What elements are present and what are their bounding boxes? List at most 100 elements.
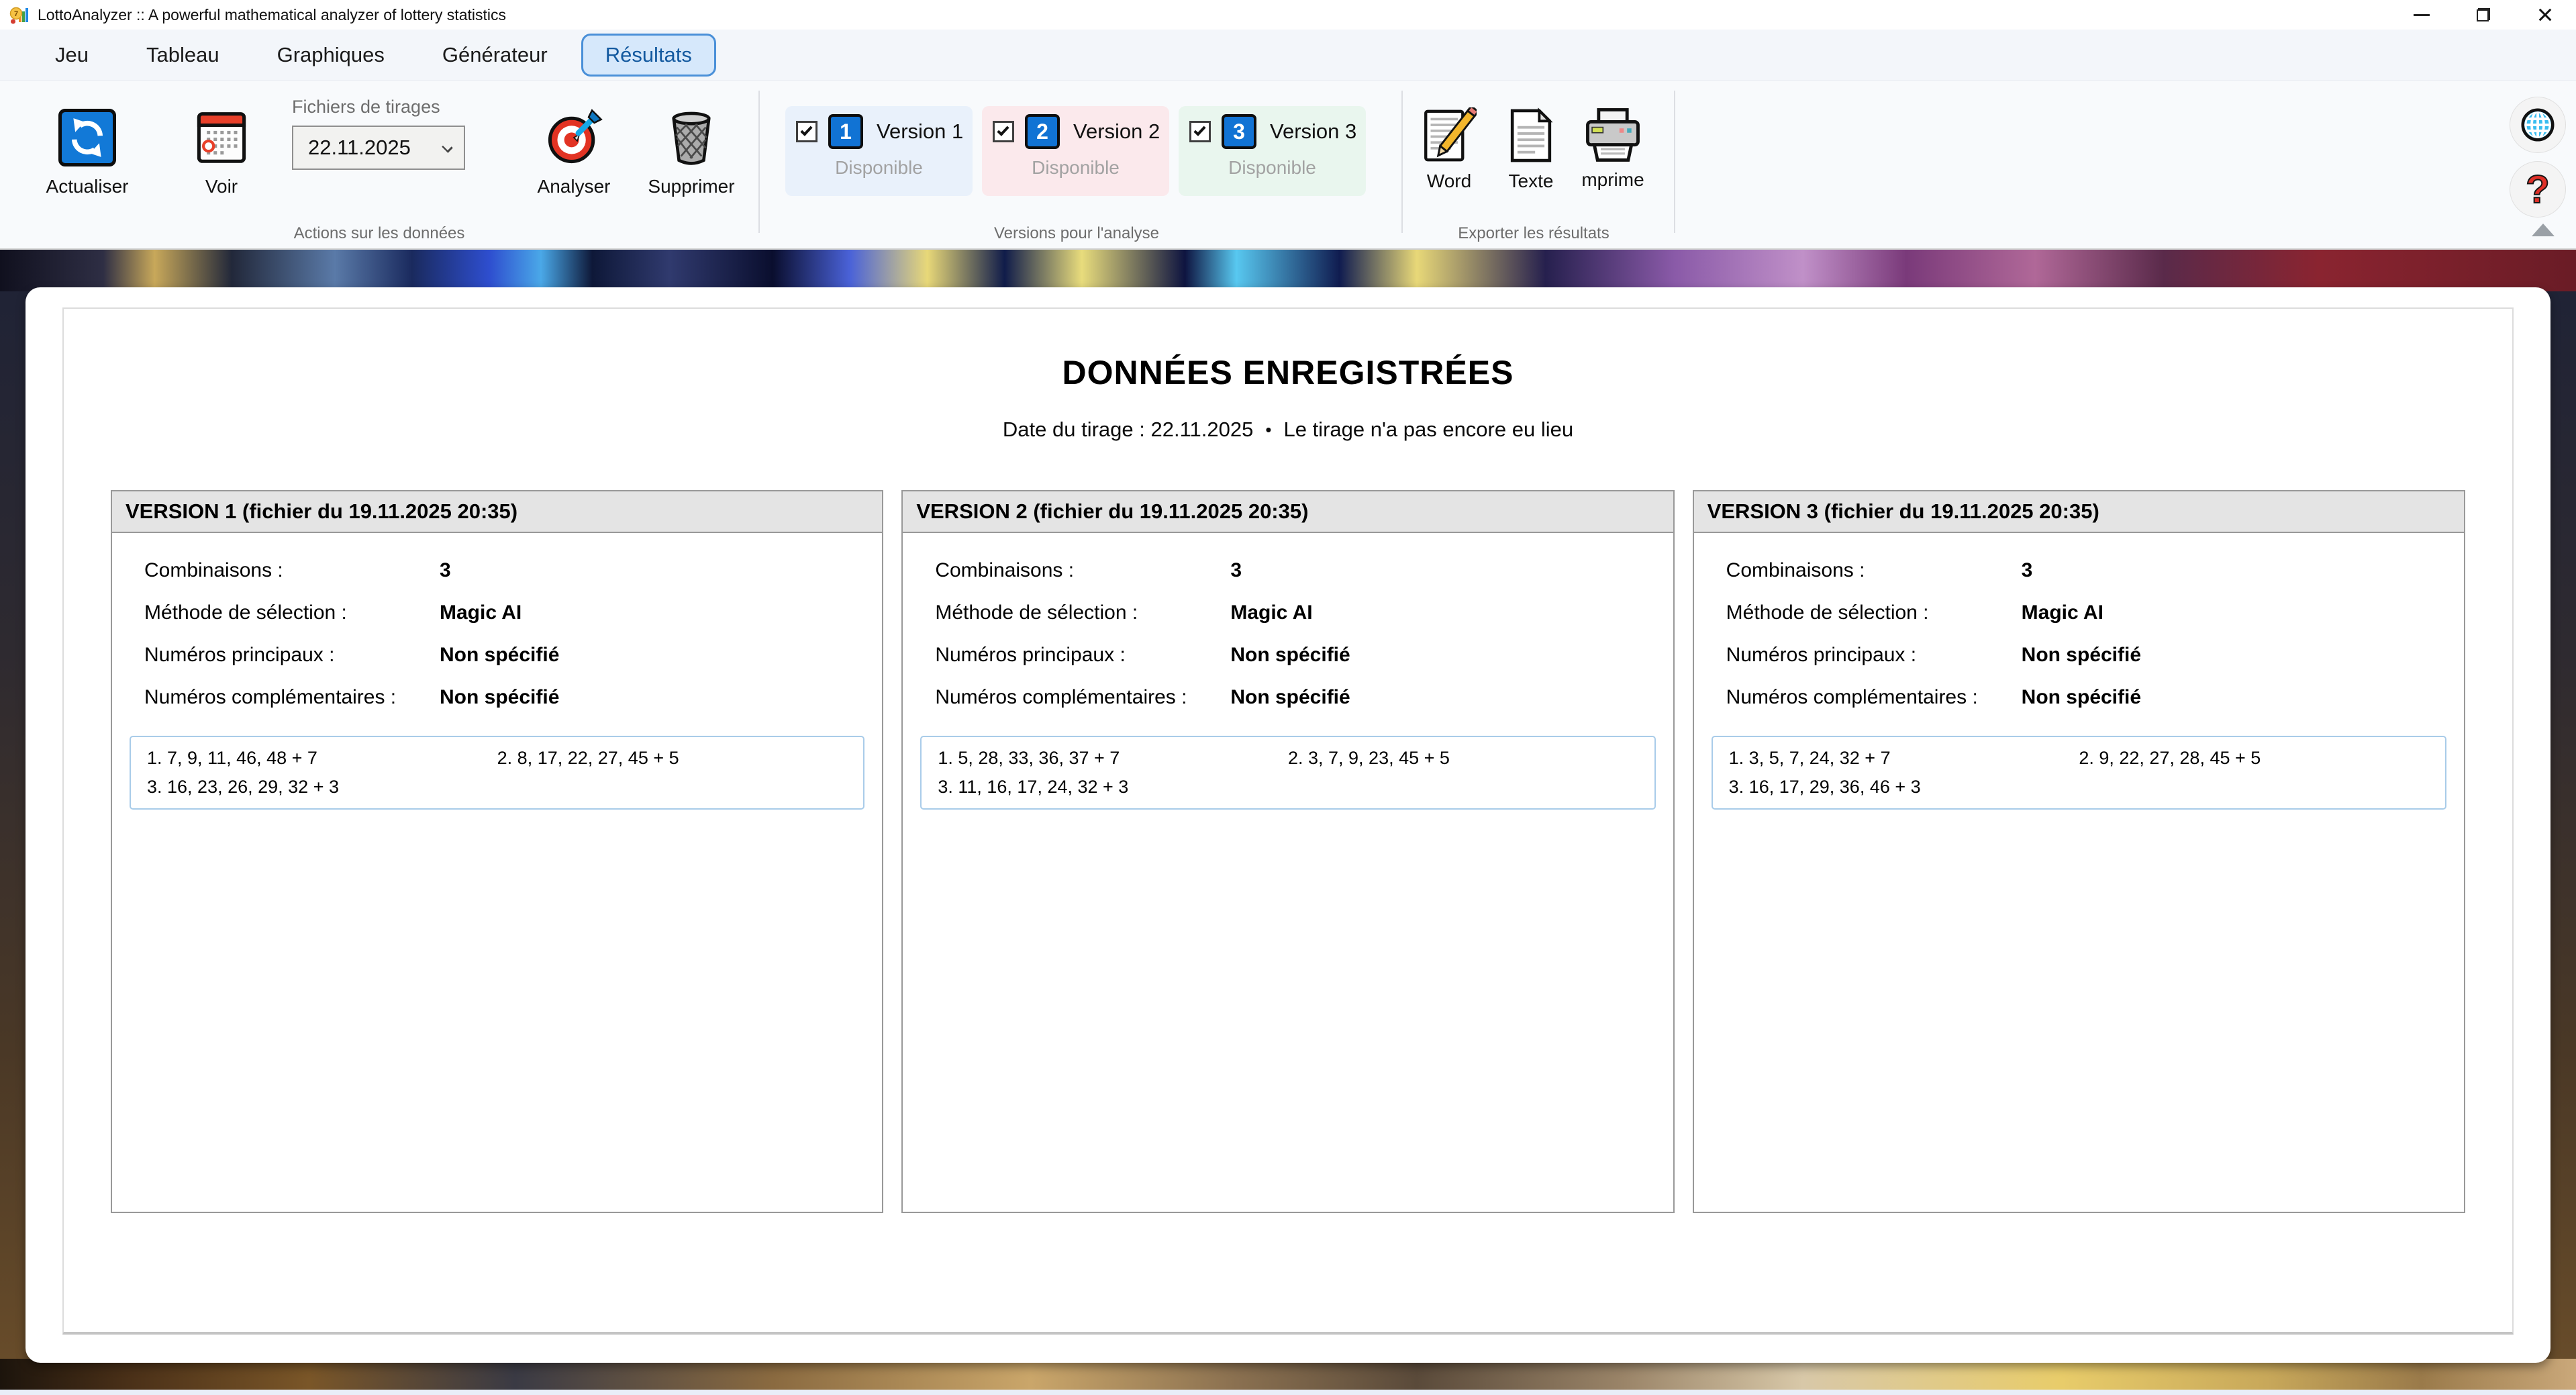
- row-value: Non spécifié: [440, 644, 559, 667]
- version-2-number-icon: 2: [1025, 114, 1060, 149]
- actions-group-label: Actions sur les données: [0, 224, 758, 243]
- file-selector: Fichiers de tirages 22.11.2025: [292, 97, 465, 170]
- row-label: Méthode de sélection :: [935, 602, 1230, 624]
- row-label: Numéros complémentaires :: [144, 686, 440, 709]
- version-1-label: Version 1: [877, 119, 963, 144]
- row-label: Numéros complémentaires :: [1726, 686, 2022, 709]
- version-2-label: Version 2: [1073, 119, 1160, 144]
- version-3-card[interactable]: 3 Version 3 Disponible: [1179, 106, 1366, 196]
- version-1-checkbox[interactable]: [796, 121, 818, 142]
- titlebar: 7 LottoAnalyzer :: A powerful mathematic…: [0, 0, 2576, 30]
- combination: 3. 11, 16, 17, 24, 32 + 3: [938, 777, 1288, 798]
- menu-item-tableau[interactable]: Tableau: [122, 34, 244, 77]
- close-button[interactable]: ×: [2514, 0, 2576, 30]
- help-button[interactable]: ?: [2510, 161, 2566, 218]
- row-label: Combinaisons :: [144, 559, 440, 582]
- info-row: Méthode de sélection : Magic AI: [112, 591, 882, 634]
- svg-text:7: 7: [14, 10, 18, 18]
- menu-item-graphiques[interactable]: Graphiques: [253, 34, 409, 77]
- row-value: 3: [2022, 559, 2033, 582]
- minimize-button[interactable]: [2391, 0, 2453, 30]
- combination: 2. 8, 17, 22, 27, 45 + 5: [497, 748, 848, 769]
- version-2-card[interactable]: 2 Version 2 Disponible: [982, 106, 1169, 196]
- row-label: Numéros principaux :: [144, 644, 440, 667]
- info-row: Méthode de sélection : Magic AI: [903, 591, 1673, 634]
- supprimer-button[interactable]: Supprimer: [641, 109, 742, 197]
- minimize-icon: [2414, 14, 2430, 16]
- row-value: Magic AI: [1230, 602, 1312, 624]
- page-title: DONNÉES ENREGISTRÉES: [64, 353, 2512, 392]
- refresh-icon: [58, 109, 116, 166]
- analyser-label: Analyser: [538, 176, 611, 197]
- menu-item-generateur[interactable]: Générateur: [418, 34, 572, 77]
- close-icon: ×: [2537, 1, 2554, 28]
- export-buttons: Word Texte: [1420, 107, 1642, 192]
- version-1-card[interactable]: 1 Version 1 Disponible: [785, 106, 973, 196]
- row-value: Non spécifié: [1230, 644, 1350, 667]
- row-value: Magic AI: [2022, 602, 2103, 624]
- version-2-panel: VERSION 2 (fichier du 19.11.2025 20:35) …: [901, 490, 1674, 1213]
- export-print-button[interactable]: mprime: [1583, 107, 1642, 192]
- ribbon-group-versions: 1 Version 1 Disponible 2 Version 2 Dispo…: [785, 81, 1368, 250]
- row-value: Non spécifié: [1230, 686, 1350, 709]
- combinations-box-1: 1. 7, 9, 11, 46, 48 + 7 2. 8, 17, 22, 27…: [130, 736, 864, 810]
- export-texte-button[interactable]: Texte: [1501, 107, 1561, 192]
- version-3-checkbox[interactable]: [1189, 121, 1211, 142]
- printer-icon: [1583, 107, 1642, 162]
- app-logo-icon: 7: [9, 4, 31, 26]
- row-value: 3: [1230, 559, 1242, 582]
- actualiser-label: Actualiser: [46, 176, 129, 197]
- ribbon-separator: [758, 91, 760, 233]
- versions-group-label: Versions pour l'analyse: [785, 224, 1368, 243]
- menu-item-jeu[interactable]: Jeu: [31, 34, 113, 77]
- voir-button[interactable]: Voir: [178, 109, 265, 197]
- version-1-number-icon: 1: [828, 114, 863, 149]
- row-value: 3: [440, 559, 451, 582]
- combination: 3. 16, 23, 26, 29, 32 + 3: [147, 777, 497, 798]
- row-label: Combinaisons :: [935, 559, 1230, 582]
- export-texte-label: Texte: [1509, 171, 1554, 192]
- row-label: Méthode de sélection :: [144, 602, 440, 624]
- version-3-label: Version 3: [1270, 119, 1356, 144]
- info-row: Méthode de sélection : Magic AI: [1694, 591, 2464, 634]
- checkmark-icon: [1193, 124, 1205, 136]
- file-selector-dropdown[interactable]: 22.11.2025: [292, 126, 465, 170]
- restore-button[interactable]: [2453, 0, 2514, 30]
- window-controls: ×: [2391, 0, 2576, 30]
- main-stage: DONNÉES ENREGISTRÉES Date du tirage : 22…: [0, 250, 2576, 1395]
- text-document-icon: [1508, 107, 1554, 164]
- window-title: LottoAnalyzer :: A powerful mathematical…: [38, 6, 506, 24]
- ribbon: Actualiser V: [0, 81, 2576, 250]
- row-value: Non spécifié: [2022, 686, 2141, 709]
- version-cards: 1 Version 1 Disponible 2 Version 2 Dispo…: [785, 106, 1366, 196]
- info-row: Combinaisons : 3: [903, 549, 1673, 591]
- collapse-ribbon-button[interactable]: [2532, 224, 2555, 236]
- info-row: Numéros complémentaires : Non spécifié: [1694, 676, 2464, 718]
- version-panels: VERSION 1 (fichier du 19.11.2025 20:35) …: [64, 490, 2512, 1213]
- row-value: Non spécifié: [2022, 644, 2141, 667]
- info-row: Numéros principaux : Non spécifié: [903, 634, 1673, 676]
- language-globe-button[interactable]: [2510, 97, 2566, 153]
- combinations-box-3: 1. 3, 5, 7, 24, 32 + 7 2. 9, 22, 27, 28,…: [1712, 736, 2446, 810]
- combination: 1. 7, 9, 11, 46, 48 + 7: [147, 748, 497, 769]
- checkmark-icon: [800, 124, 812, 136]
- version-2-panel-header: VERSION 2 (fichier du 19.11.2025 20:35): [903, 491, 1673, 533]
- actualiser-button[interactable]: Actualiser: [34, 109, 141, 197]
- row-label: Numéros complémentaires :: [935, 686, 1230, 709]
- menu-item-resultats[interactable]: Résultats: [581, 34, 716, 77]
- file-selector-label: Fichiers de tirages: [292, 97, 465, 117]
- info-row: Combinaisons : 3: [112, 549, 882, 591]
- voir-label: Voir: [205, 176, 238, 197]
- export-word-label: Word: [1427, 171, 1471, 192]
- analyser-button[interactable]: Analyser: [527, 109, 621, 197]
- export-word-button[interactable]: Word: [1420, 107, 1479, 192]
- word-document-icon: [1422, 107, 1477, 164]
- combination: 2. 3, 7, 9, 23, 45 + 5: [1288, 748, 1638, 769]
- row-label: Méthode de sélection :: [1726, 602, 2022, 624]
- ribbon-separator: [1674, 91, 1675, 233]
- version-2-checkbox[interactable]: [993, 121, 1014, 142]
- supprimer-label: Supprimer: [648, 176, 734, 197]
- ribbon-group-actions: Actualiser V: [0, 81, 758, 250]
- version-1-panel: VERSION 1 (fichier du 19.11.2025 20:35) …: [111, 490, 883, 1213]
- globe-icon: [2519, 106, 2557, 144]
